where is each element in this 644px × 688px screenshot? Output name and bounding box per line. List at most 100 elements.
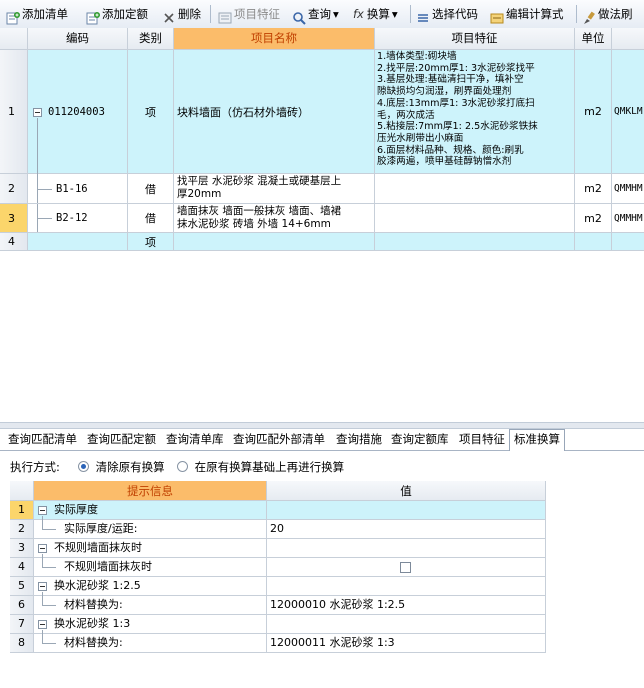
collapse-icon[interactable] bbox=[38, 544, 47, 553]
tab-query-measures[interactable]: 查询措施 bbox=[336, 430, 382, 449]
row-number[interactable]: 3 bbox=[10, 539, 34, 558]
value-cell[interactable] bbox=[267, 577, 546, 596]
tab-query-list-library[interactable]: 查询清单库 bbox=[166, 430, 224, 449]
unit-cell[interactable]: m2 bbox=[575, 50, 612, 174]
row-number[interactable]: 6 bbox=[10, 596, 34, 615]
tab-query-external-list[interactable]: 查询匹配外部清单 bbox=[233, 430, 325, 449]
feature-cell[interactable] bbox=[375, 204, 575, 233]
feature-cell[interactable]: 1.墙体类型:砌块墙 2.找平层:20mm厚1: 3水泥砂浆找平 3.基层处理:… bbox=[375, 50, 575, 174]
group-label[interactable]: 不规则墙面抹灰时 bbox=[34, 539, 267, 558]
code-cell[interactable] bbox=[28, 233, 128, 251]
value-cell[interactable]: 12000010 水泥砂浆 1:2.5 bbox=[267, 596, 546, 615]
value-cell[interactable]: 20 bbox=[267, 520, 546, 539]
convert-label: 换算 bbox=[366, 7, 390, 21]
category-cell[interactable]: 借 bbox=[128, 204, 174, 233]
value-cell[interactable]: 12000011 水泥砂浆 1:3 bbox=[267, 634, 546, 653]
column-header-value[interactable]: 值 bbox=[267, 481, 546, 501]
row-number[interactable]: 2 bbox=[0, 174, 28, 204]
name-cell[interactable]: 墙面抹灰 墙面一般抹灰 墙面、墙裙 抹水泥砂浆 砖墙 外墙 14+6mm bbox=[174, 204, 375, 233]
delete-button[interactable]: 删除 bbox=[162, 0, 201, 28]
search-icon bbox=[292, 7, 306, 25]
radio-checked-icon[interactable] bbox=[78, 461, 89, 472]
extra-cell[interactable] bbox=[612, 233, 644, 251]
row-number[interactable]: 3 bbox=[0, 204, 28, 233]
radio-unchecked-icon[interactable] bbox=[177, 461, 188, 472]
select-code-button[interactable]: 选择代码 bbox=[416, 0, 478, 28]
column-header-code[interactable]: 编码 bbox=[28, 28, 128, 50]
name-cell[interactable]: 找平层 水泥砂浆 混凝土或硬基层上 厚20mm bbox=[174, 174, 375, 204]
convert-button[interactable]: fx 换算 ▾ bbox=[353, 0, 398, 28]
group-label[interactable]: 换水泥砂浆 1:2.5 bbox=[34, 577, 267, 596]
value-cell[interactable] bbox=[267, 615, 546, 634]
tab-standard-conversion[interactable]: 标准换算 bbox=[509, 429, 565, 451]
add-quota-button[interactable]: 添加定额 bbox=[86, 0, 148, 28]
param-label: 不规则墙面抹灰时 bbox=[34, 558, 267, 577]
unit-cell[interactable]: m2 bbox=[575, 174, 612, 204]
row-number[interactable]: 8 bbox=[10, 634, 34, 653]
row-number[interactable]: 1 bbox=[0, 50, 28, 174]
delete-icon bbox=[162, 7, 176, 23]
row-number[interactable]: 4 bbox=[0, 233, 28, 251]
row-number[interactable]: 2 bbox=[10, 520, 34, 539]
extra-cell[interactable]: QMMHM bbox=[612, 174, 644, 204]
tree-line bbox=[38, 189, 52, 190]
param-label: 材料替换为: bbox=[34, 596, 267, 615]
name-cell[interactable]: 块料墙面（仿石材外墙砖） bbox=[174, 50, 375, 174]
column-header-name[interactable]: 项目名称 bbox=[174, 28, 375, 50]
item-feature-label: 项目特征 bbox=[234, 7, 280, 21]
execution-mode-row: 执行方式: 清除原有换算 在原有换算基础上再进行换算 bbox=[0, 458, 644, 476]
unit-cell[interactable] bbox=[575, 233, 612, 251]
column-header-info[interactable]: 提示信息 bbox=[34, 481, 267, 501]
tab-item-feature[interactable]: 项目特征 bbox=[459, 430, 505, 449]
tree-line bbox=[42, 630, 43, 644]
add-list-button[interactable]: 添加清单 bbox=[6, 0, 68, 28]
code-text: B1-16 bbox=[56, 182, 88, 195]
query-button[interactable]: 查询 ▾ bbox=[292, 0, 339, 28]
extra-cell[interactable]: QMMHM bbox=[612, 204, 644, 233]
row-number[interactable]: 7 bbox=[10, 615, 34, 634]
category-cell[interactable]: 项 bbox=[128, 50, 174, 174]
toolbar-separator bbox=[410, 5, 411, 23]
collapse-icon[interactable] bbox=[38, 620, 47, 629]
column-header-unit[interactable]: 单位 bbox=[575, 28, 612, 50]
item-feature-button[interactable]: 项目特征 bbox=[218, 0, 280, 28]
code-text: B2-12 bbox=[56, 212, 88, 224]
brush-icon bbox=[582, 7, 596, 24]
row-number[interactable]: 1 bbox=[10, 501, 34, 520]
value-cell[interactable] bbox=[267, 539, 546, 558]
collapse-icon[interactable] bbox=[38, 582, 47, 591]
feature-cell[interactable] bbox=[375, 174, 575, 204]
feature-cell[interactable] bbox=[375, 233, 575, 251]
edit-formula-icon bbox=[490, 7, 504, 23]
column-header-extra[interactable] bbox=[612, 28, 644, 50]
collapse-icon[interactable] bbox=[33, 108, 42, 117]
add-quota-label: 添加定额 bbox=[102, 7, 148, 21]
row-number[interactable]: 4 bbox=[10, 558, 34, 577]
row-number[interactable]: 5 bbox=[10, 577, 34, 596]
column-header-category[interactable]: 类别 bbox=[128, 28, 174, 50]
append-conversion-option[interactable]: 在原有换算基础上再进行换算 bbox=[177, 458, 344, 476]
edit-formula-button[interactable]: 编辑计算式 bbox=[490, 0, 564, 28]
code-cell[interactable]: 011204003 bbox=[28, 50, 128, 174]
group-label[interactable]: 换水泥砂浆 1:3 bbox=[34, 615, 267, 634]
checkbox-icon[interactable] bbox=[400, 562, 411, 573]
group-label[interactable]: 实际厚度 bbox=[34, 501, 267, 520]
tab-query-quota-library[interactable]: 查询定额库 bbox=[391, 430, 449, 449]
column-header-feature[interactable]: 项目特征 bbox=[375, 28, 575, 50]
category-cell[interactable]: 借 bbox=[128, 174, 174, 204]
clear-conversion-option[interactable]: 清除原有换算 bbox=[78, 458, 165, 476]
query-label: 查询 bbox=[308, 7, 331, 21]
row-header-corner bbox=[10, 481, 34, 501]
tab-query-match-quota[interactable]: 查询匹配定额 bbox=[87, 430, 156, 449]
unit-cell[interactable]: m2 bbox=[575, 204, 612, 233]
name-cell[interactable] bbox=[174, 233, 375, 251]
value-cell[interactable] bbox=[267, 501, 546, 520]
method-brush-button[interactable]: 做法刷 bbox=[582, 0, 633, 28]
collapse-icon[interactable] bbox=[38, 506, 47, 515]
extra-cell[interactable]: QMKLM bbox=[612, 50, 644, 174]
clear-conversion-label: 清除原有换算 bbox=[95, 460, 165, 474]
toolbar-separator bbox=[210, 5, 211, 23]
select-code-icon bbox=[416, 7, 430, 22]
category-cell[interactable]: 项 bbox=[128, 233, 174, 251]
tab-query-match-list[interactable]: 查询匹配清单 bbox=[8, 430, 77, 449]
